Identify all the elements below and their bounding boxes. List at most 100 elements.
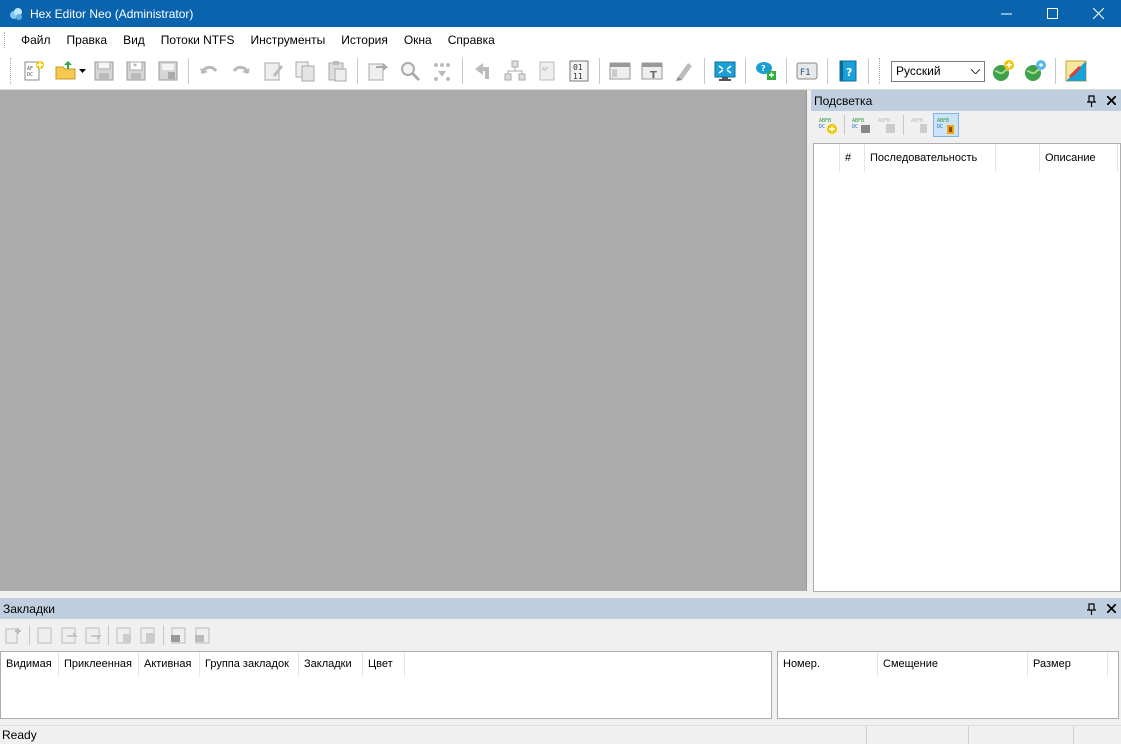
column-header-pinned[interactable]: Приклеенная (59, 652, 139, 677)
window-layout-button[interactable] (604, 55, 636, 87)
toggle-highlight-button[interactable]: ABFB DC (933, 112, 959, 137)
menu-file[interactable]: Файл (13, 29, 59, 51)
fullscreen-button[interactable] (709, 55, 741, 87)
find-next-button[interactable] (426, 55, 458, 87)
delete-highlight-button[interactable]: ABFB (907, 113, 933, 137)
menu-windows[interactable]: Окна (396, 29, 440, 51)
close-panel-button[interactable] (1101, 91, 1121, 111)
edit-highlight-button[interactable]: ABFB DC (848, 113, 874, 137)
menu-tools[interactable]: Инструменты (242, 29, 333, 51)
column-header-description[interactable]: Описание (1040, 144, 1118, 172)
save-all-icon: * (126, 61, 146, 81)
copy-button[interactable] (289, 55, 321, 87)
column-header-color[interactable]: Цвет (363, 652, 405, 677)
new-file-button[interactable]: AF DC (18, 55, 50, 87)
svg-text:?: ? (761, 64, 766, 73)
add-highlight-button[interactable]: ABFB DC (815, 113, 841, 137)
bookmark-items-list[interactable]: Номер. Смещение Размер (777, 651, 1119, 719)
prev-bookmark-button[interactable] (57, 623, 81, 647)
search-icon (401, 62, 421, 82)
save-all-button[interactable]: * (120, 55, 152, 87)
save-as-button[interactable] (152, 55, 184, 87)
structure-icon (504, 60, 526, 81)
edit-button[interactable] (257, 55, 289, 87)
highlight-panel: Подсветка ABFB DC ABFB DC ABFB ABFB ABFB DC… (811, 90, 1121, 592)
close-icon (1106, 604, 1116, 613)
toolbar-grip[interactable] (879, 58, 882, 84)
toolbar-separator (704, 58, 705, 84)
toolbar-grip[interactable] (10, 58, 13, 84)
export-bookmarks-button[interactable] (191, 623, 215, 647)
highlight-panel-header: Подсветка (811, 90, 1121, 111)
svg-text:T: T (650, 70, 657, 81)
edit-document-icon (264, 62, 283, 81)
help-f1-button[interactable]: F1 (791, 55, 823, 87)
column-header-active[interactable]: Активная (139, 652, 200, 677)
text-view-button[interactable]: T (636, 55, 668, 87)
redo-button[interactable] (225, 55, 257, 87)
menu-ntfs-streams[interactable]: Потоки NTFS (153, 29, 243, 51)
structure-button[interactable] (499, 55, 531, 87)
undo-icon (200, 65, 218, 74)
column-header-number[interactable]: Номер. (778, 652, 878, 677)
svg-text:ABFB: ABFB (878, 118, 890, 124)
toolbar-separator (868, 58, 869, 84)
toolbar-separator (188, 58, 189, 84)
save-button[interactable] (88, 55, 120, 87)
maximize-button[interactable] (1029, 0, 1075, 27)
clear-bookmarks-button[interactable] (136, 623, 160, 647)
column-header-number[interactable]: # (840, 144, 865, 172)
import-bookmarks-icon (171, 627, 186, 644)
next-bookmark-button[interactable] (81, 623, 105, 647)
column-header-bookmark-group[interactable]: Группа закладок (200, 652, 299, 677)
menu-history[interactable]: История (333, 29, 396, 51)
bookmarks-panel-title: Закладки (3, 601, 55, 616)
open-dropdown-arrow[interactable] (78, 55, 86, 87)
svg-text:DC: DC (819, 124, 825, 130)
column-header-blank[interactable] (996, 144, 1040, 172)
menu-help[interactable]: Справка (440, 29, 503, 51)
language-select[interactable]: Русский (891, 60, 985, 82)
column-header-checkbox[interactable] (814, 144, 840, 172)
goto-button[interactable] (362, 55, 394, 87)
delete-bookmark-button[interactable] (112, 623, 136, 647)
help-book-button[interactable]: ? (832, 55, 864, 87)
add-bookmark-button[interactable] (2, 623, 26, 647)
shift-button[interactable] (467, 55, 499, 87)
highlight-list[interactable]: # Последовательность Описание (813, 143, 1121, 592)
options-button[interactable] (1060, 55, 1092, 87)
bookmarks-toolbar (0, 619, 1121, 651)
bookmark-groups-list[interactable]: Видимая Приклеенная Активная Группа закл… (0, 651, 772, 719)
menu-grip[interactable] (4, 32, 7, 48)
column-header-sequence[interactable]: Последовательность (865, 144, 996, 172)
support-chat-button[interactable]: ? (750, 55, 782, 87)
find-button[interactable] (394, 55, 426, 87)
file-ops-button[interactable]: AF (531, 55, 563, 87)
clear-bookmarks-icon (140, 627, 155, 644)
pin-button[interactable] (1081, 91, 1101, 111)
highlight-list-header: # Последовательность Описание (814, 144, 1120, 172)
column-header-visible[interactable]: Видимая (1, 652, 59, 677)
close-panel-button[interactable] (1101, 599, 1121, 619)
copy-highlight-button[interactable]: ABFB (874, 113, 900, 137)
menu-edit[interactable]: Правка (59, 29, 116, 51)
editor-area[interactable] (0, 90, 807, 591)
column-header-bookmarks[interactable]: Закладки (299, 652, 363, 677)
column-header-size[interactable]: Размер (1028, 652, 1108, 677)
minimize-button[interactable] (983, 0, 1029, 27)
binary-button[interactable]: 01 11 (563, 55, 595, 87)
toolbar-separator (462, 58, 463, 84)
toolbar-separator (1055, 58, 1056, 84)
update-language-button[interactable] (1019, 55, 1051, 87)
edit-bookmark-button[interactable] (33, 623, 57, 647)
close-button[interactable] (1075, 0, 1121, 27)
undo-button[interactable] (193, 55, 225, 87)
import-bookmarks-button[interactable] (167, 623, 191, 647)
menu-view[interactable]: Вид (115, 29, 153, 51)
column-header-offset[interactable]: Смещение (878, 652, 1028, 677)
pin-button[interactable] (1081, 599, 1101, 619)
paste-button[interactable] (321, 55, 353, 87)
marker-button[interactable] (668, 55, 700, 87)
add-language-button[interactable] (987, 55, 1019, 87)
f1-key-icon: F1 (796, 62, 818, 80)
